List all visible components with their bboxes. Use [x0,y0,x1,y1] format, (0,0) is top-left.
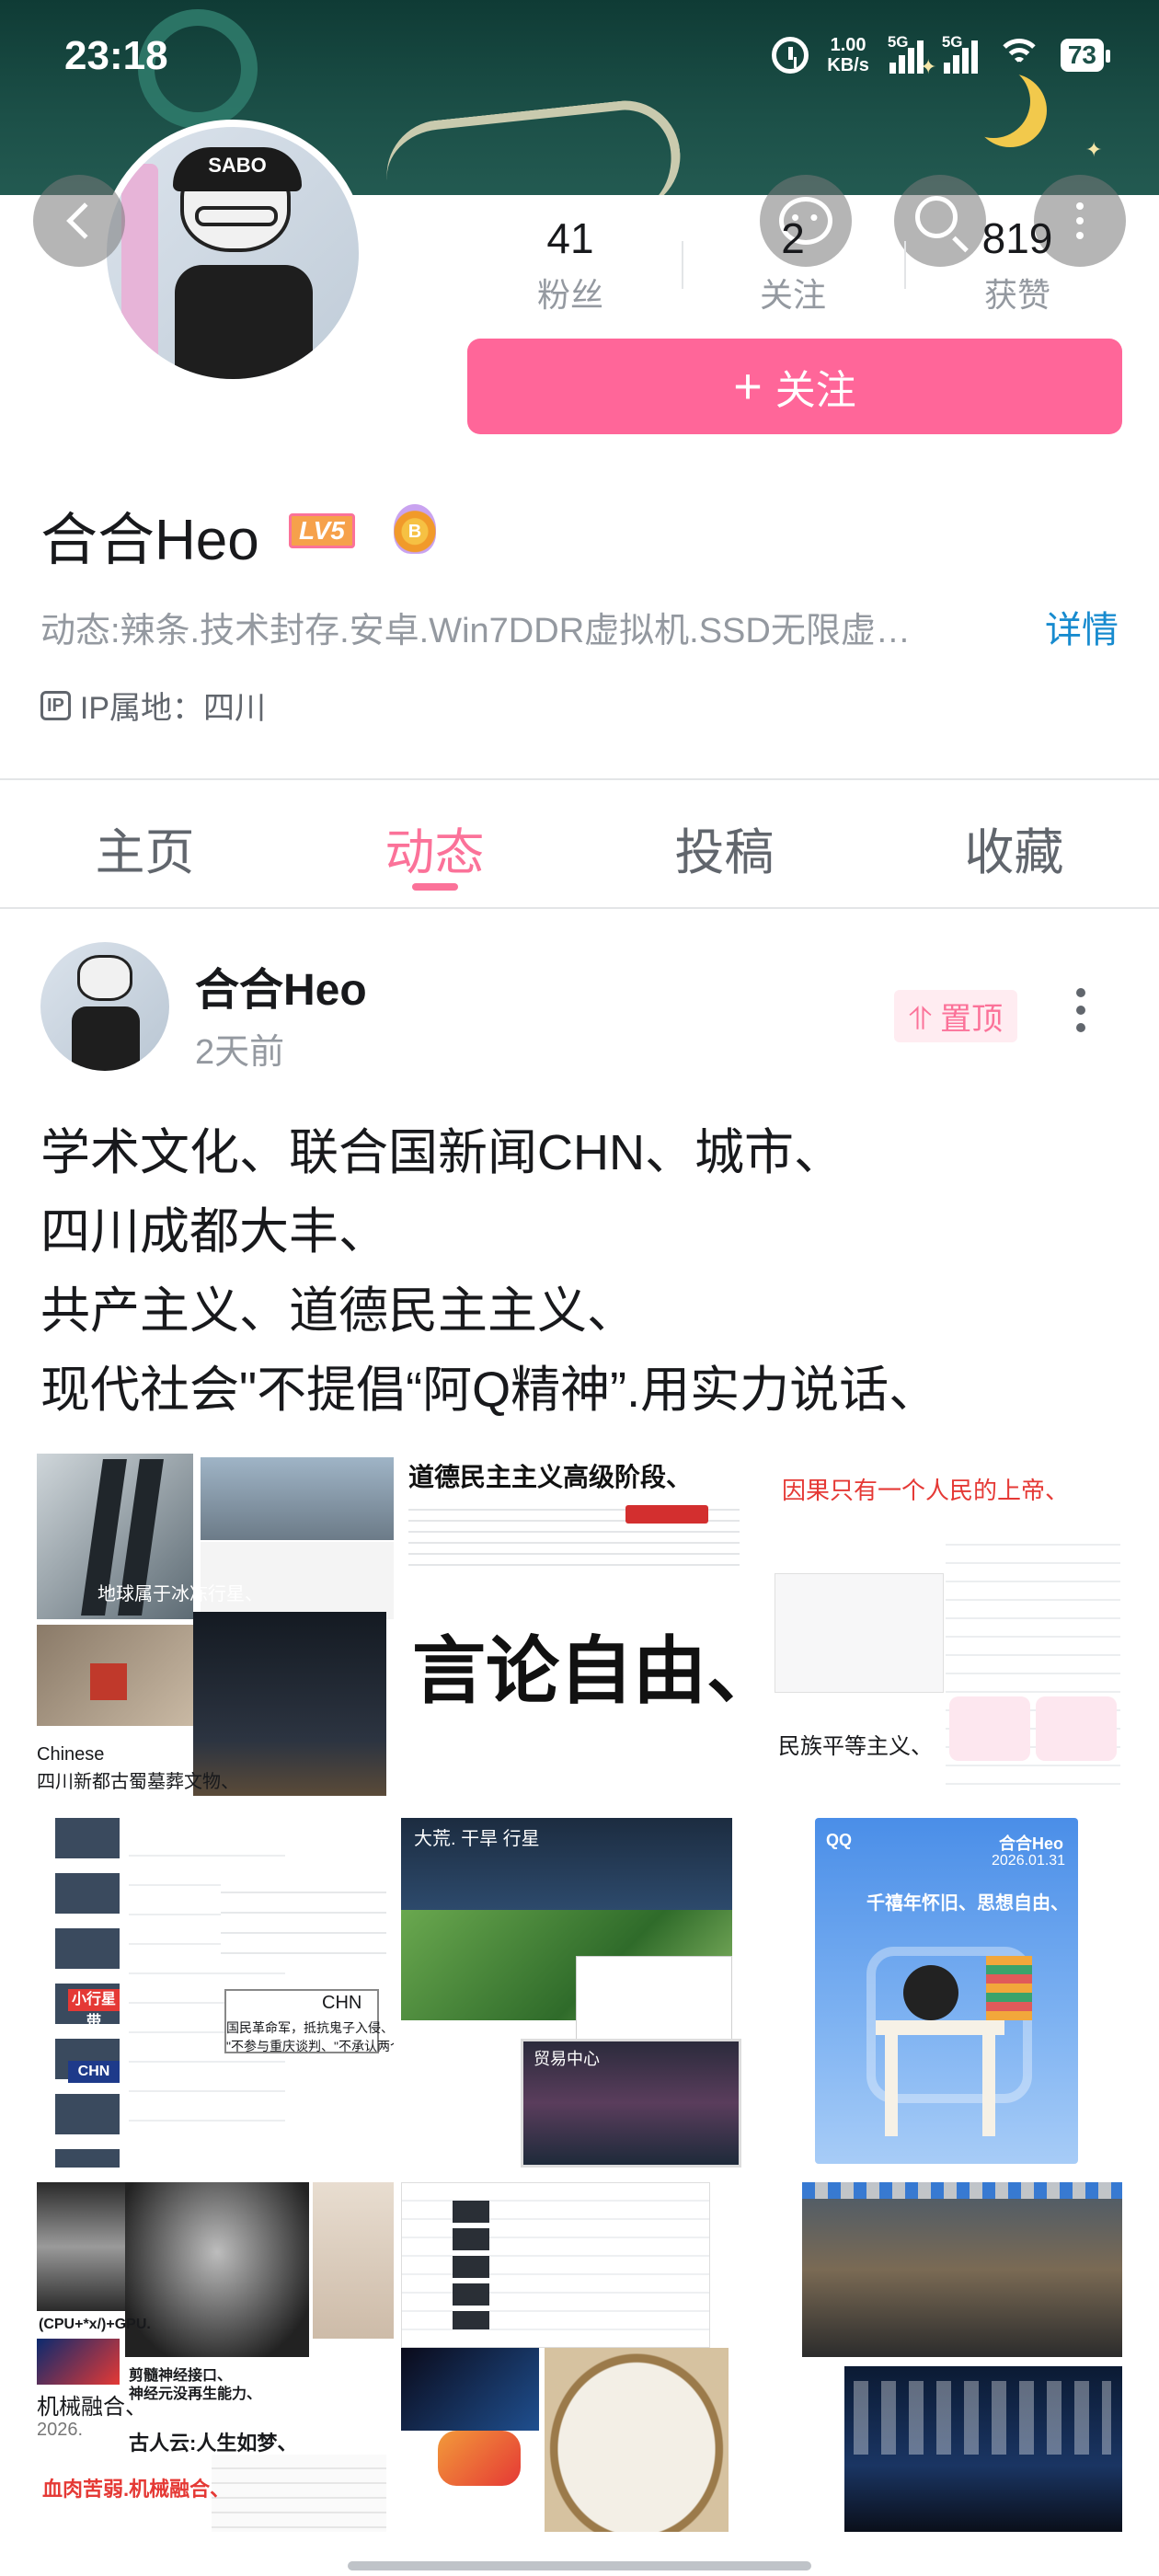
net-speed: 1.00 KB/s [827,35,869,75]
divider [904,241,906,289]
post-image[interactable]: 大荒. 干旱 行星 贸易中心 [401,1818,758,2168]
back-button[interactable] [33,175,125,267]
status-icons: 1.00 KB/s 5G 5G 73 [772,33,1111,75]
profile-name: 合合Heo [40,509,259,572]
detail-link[interactable]: 详情 [1045,600,1119,653]
plus-icon: + [733,359,763,414]
battery-indicator: 73 [1060,39,1111,72]
qq-icon: QQ [826,1831,853,1849]
tab-submissions[interactable]: 投稿 [580,782,869,907]
post-more-icon[interactable] [1076,988,1085,1032]
stat-following[interactable]: 2 关注 [701,213,885,316]
signal-icon: 5G [888,33,924,74]
stat-fans[interactable]: 41 粉丝 [478,213,662,316]
pin-icon: ⥣ [909,1002,941,1037]
alarm-icon [772,37,809,74]
home-indicator[interactable] [348,2561,811,2570]
wifi-icon [995,37,1042,74]
post-image[interactable]: QQ 合合Heo 2026.01.31 千禧年怀旧、思想自由、 [765,1818,1122,2168]
post-image[interactable]: 道德民主主义高级阶段、 言论自由、 [401,1454,758,1803]
post-author-avatar[interactable] [40,942,169,1071]
pinned-badge: ⥣ 置顶 [894,990,1018,1042]
banner-decoration [381,95,686,195]
post-image[interactable]: 小行星带 CHN CHN 国民革命军，抵抗鬼子入侵、 "不参与重庆谈判、"不承认… [37,1818,394,2168]
post-image[interactable]: 地球属于冰冻行星、 Chinese 四川新都古蜀墓葬文物、 [37,1454,394,1803]
profile-tabs: 主页 动态 投稿 收藏 [0,782,1159,907]
post-image[interactable] [765,2182,1122,2532]
divider [0,778,1159,780]
medal-icon[interactable]: B [394,504,436,554]
divider [682,241,683,289]
ip-location: IP IP属地：四川 [40,683,266,728]
tab-dynamic[interactable]: 动态 [290,782,580,907]
post-timestamp: 2天前 [195,1033,285,1072]
post-text[interactable]: 学术文化、联合国新闻CHN、城市、 四川成都大丰、 共产主义、道德民主主义、 现… [40,1113,1135,1430]
divider [0,907,1159,909]
post-image[interactable]: 因果只有一个人民的上帝、 民族平等主义、 [765,1454,1122,1803]
post-author-name[interactable]: 合合Heo [195,953,367,1018]
profile-signature[interactable]: 动态:辣条.技术封存.安卓.Win7DDR虚拟机.SSD无限虚… [40,602,1006,652]
star-icon: ✦ [1085,138,1103,161]
follow-button[interactable]: + 关注 [467,339,1122,434]
stat-likes[interactable]: 819 获赞 [925,213,1109,316]
ip-icon: IP [40,690,71,720]
tab-home[interactable]: 主页 [0,782,290,907]
post-image[interactable]: (CPU+*x/)+GPU. 机械融合、 2026. 剪髓神经接口、 神经元没再… [37,2182,394,2532]
post-image[interactable] [401,2182,758,2532]
back-icon [66,202,103,239]
tab-favorites[interactable]: 收藏 [869,782,1159,907]
profile-avatar[interactable]: SABO [99,120,366,386]
signal-icon: 5G [942,33,978,74]
status-time: 23:18 [64,33,168,78]
level-badge: LV5 [289,513,355,548]
